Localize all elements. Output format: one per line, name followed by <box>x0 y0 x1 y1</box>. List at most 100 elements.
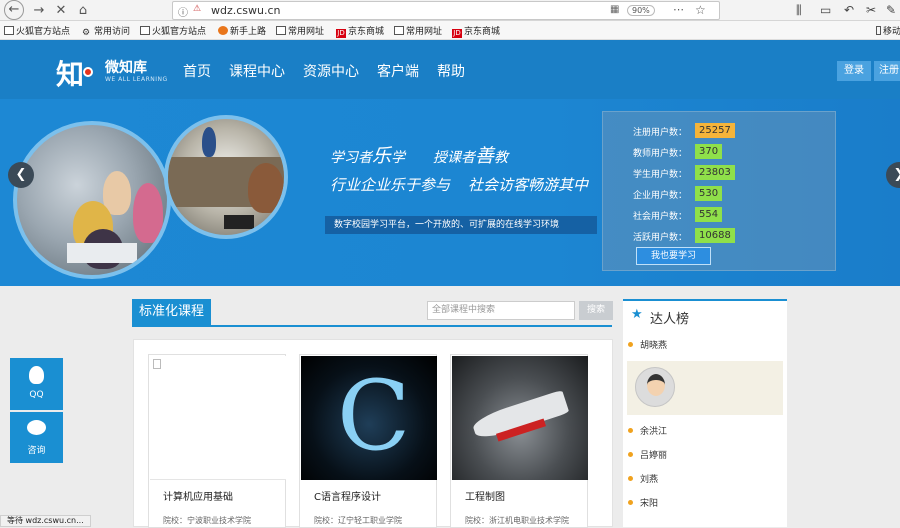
stat-value: 25257 <box>695 123 735 138</box>
search-button[interactable]: 搜索 <box>579 301 613 320</box>
stat-value: 530 <box>695 186 723 201</box>
chat-bubble-icon <box>27 420 46 435</box>
url-text[interactable]: wdz.cswu.cn <box>211 4 281 17</box>
user-item[interactable]: 吕婷丽 <box>640 448 667 461</box>
course-name[interactable]: C语言程序设计 <box>314 488 381 503</box>
mobile-icon <box>876 26 881 35</box>
bookmark-label: 移动 <box>883 27 900 37</box>
forward-arrow-icon[interactable]: → <box>30 2 48 20</box>
jd-icon: JD <box>452 29 462 38</box>
divider <box>132 325 612 327</box>
nav-client[interactable]: 客户端 <box>377 61 419 81</box>
banner-tagline: 数字校园学习平台，一个开放的、可扩展的在线学习环境 <box>325 216 597 234</box>
insecure-lock-icon[interactable]: ⚠ <box>193 4 201 14</box>
logo-icon[interactable]: 知 <box>56 53 84 93</box>
qr-icon[interactable]: ▦ <box>610 4 619 15</box>
consult-button[interactable]: 咨询 <box>10 412 63 463</box>
info-icon[interactable]: ⓘ <box>178 4 188 19</box>
stat-label: 企业用户数： <box>633 191 688 201</box>
stat-value: 23803 <box>695 165 735 180</box>
user-item[interactable]: 胡晓燕 <box>640 338 667 351</box>
logo-title[interactable]: 微知库 <box>105 57 147 77</box>
bookmark-item[interactable]: 常用网址 <box>276 24 324 37</box>
slogan-learner: 学习者乐学 <box>330 145 406 167</box>
avatar-face-icon <box>647 374 665 396</box>
bullet-icon <box>628 452 633 457</box>
screenshot-icon[interactable]: ✂ <box>866 3 876 17</box>
course-thumbnail[interactable] <box>150 356 286 480</box>
bullet-icon <box>628 428 633 433</box>
stat-label: 社会用户数： <box>633 212 688 222</box>
bookmark-item[interactable]: 新手上路 <box>218 24 266 37</box>
bookmark-item[interactable]: 常用网址 <box>394 24 442 37</box>
firefox-icon <box>218 26 228 35</box>
bookmark-label: 新手上路 <box>230 27 267 37</box>
qq-penguin-icon <box>29 366 44 384</box>
course-list: 计算机应用基础 院校：宁波职业技术学院 C C语言程序设计 院校：辽宁轻工职业学… <box>133 339 613 528</box>
qq-button[interactable]: QQ <box>10 358 63 410</box>
course-org: 院校：辽宁轻工职业学院 <box>314 516 402 525</box>
nav-course-center[interactable]: 课程中心 <box>229 61 285 81</box>
browser-status-bar: 等待 wdz.cswu.cn... <box>0 515 91 527</box>
tab-standard-courses[interactable]: 标准化课程 <box>132 299 211 325</box>
bookmark-label: 火狐官方站点 <box>152 27 207 37</box>
bookmark-item[interactable]: 移动 <box>876 24 900 37</box>
back-arrow-icon[interactable]: ← <box>4 0 24 20</box>
broken-image-icon <box>153 359 161 369</box>
course-name[interactable]: 工程制图 <box>465 488 505 503</box>
main-content: 标准化课程 全部课程中搜索 搜索 计算机应用基础 院校：宁波职业技术学院 C C… <box>0 286 900 528</box>
nav-resource-center[interactable]: 资源中心 <box>303 61 359 81</box>
zoom-level[interactable]: 90% <box>627 5 655 16</box>
bookmark-item[interactable]: ⚙ 常用访问 <box>82 24 130 38</box>
browser-toolbar: ← → ✕ ⌂ ⓘ ⚠ wdz.cswu.cn ▦ 90% ⋯ ☆ ⫼ ▭ ↶ … <box>0 0 900 21</box>
stat-value: 554 <box>695 207 723 222</box>
course-thumbnail[interactable] <box>452 356 588 480</box>
url-bar[interactable]: ⓘ ⚠ wdz.cswu.cn ▦ 90% ⋯ ☆ <box>172 1 720 20</box>
login-button[interactable]: 登录 <box>837 61 871 81</box>
more-icon[interactable]: ⋯ <box>673 3 684 16</box>
course-card[interactable]: 计算机应用基础 院校：宁波职业技术学院 <box>148 354 286 528</box>
laptop-image <box>67 243 137 263</box>
bookmark-star-icon[interactable]: ☆ <box>695 3 706 17</box>
register-button[interactable]: 注册 <box>874 61 900 81</box>
bookmark-item[interactable]: 火狐官方站点 <box>140 24 206 37</box>
course-card[interactable]: 工程制图 院校：浙江机电职业技术学院 <box>450 354 588 528</box>
user-item[interactable]: 刘燕 <box>640 472 658 485</box>
stat-label: 教师用户数： <box>633 149 688 159</box>
carousel-next-icon[interactable]: ❯ <box>886 162 900 188</box>
folder-icon <box>276 26 286 35</box>
course-org: 院校：浙江机电职业技术学院 <box>465 516 569 525</box>
avatar[interactable] <box>635 367 675 407</box>
tablet-image <box>224 215 254 229</box>
carousel-prev-icon[interactable]: ❮ <box>8 162 34 188</box>
extension-icon[interactable]: ✎ <box>886 3 896 17</box>
start-learning-button[interactable]: 我也要学习 <box>636 247 711 265</box>
bookmark-label: 火狐官方站点 <box>16 27 71 37</box>
undo-icon[interactable]: ↶ <box>844 3 854 17</box>
bookmark-item[interactable]: JD 京东商城 <box>452 24 500 38</box>
bookmark-item[interactable]: 火狐官方站点 <box>4 24 70 37</box>
course-card[interactable]: C C语言程序设计 院校：辽宁轻工职业学院 <box>299 354 437 528</box>
bookmark-label: 常用网址 <box>288 27 325 37</box>
sidebar-icon[interactable]: ▭ <box>820 3 831 17</box>
nav-home[interactable]: 首页 <box>183 61 211 81</box>
user-stats-panel: 注册用户数： 25257 教师用户数： 370 学生用户数： 23803 企业用… <box>602 111 836 271</box>
library-icon[interactable]: ⫼ <box>796 3 802 18</box>
bookmark-item[interactable]: JD 京东商城 <box>336 24 384 38</box>
gear-icon: ⚙ <box>82 28 91 38</box>
stat-label: 注册用户数： <box>633 128 688 138</box>
stop-icon[interactable]: ✕ <box>52 2 70 20</box>
nav-help[interactable]: 帮助 <box>437 61 465 81</box>
folder-icon <box>4 26 14 35</box>
bullet-icon <box>628 500 633 505</box>
course-thumbnail[interactable]: C <box>301 356 437 480</box>
hero-banner: 学习者乐学 授课者善教 行业企业乐于参与 社会访客畅游其中 数字校园学习平台，一… <box>0 99 900 286</box>
user-item[interactable]: 余洪江 <box>640 424 667 437</box>
home-icon[interactable]: ⌂ <box>74 2 92 20</box>
panel-title: 达人榜 <box>650 312 690 327</box>
course-search-input[interactable]: 全部课程中搜索 <box>427 301 575 320</box>
folder-icon <box>394 26 404 35</box>
user-item[interactable]: 宋阳 <box>640 496 658 509</box>
course-name[interactable]: 计算机应用基础 <box>163 488 233 503</box>
consult-label: 咨询 <box>27 446 46 456</box>
